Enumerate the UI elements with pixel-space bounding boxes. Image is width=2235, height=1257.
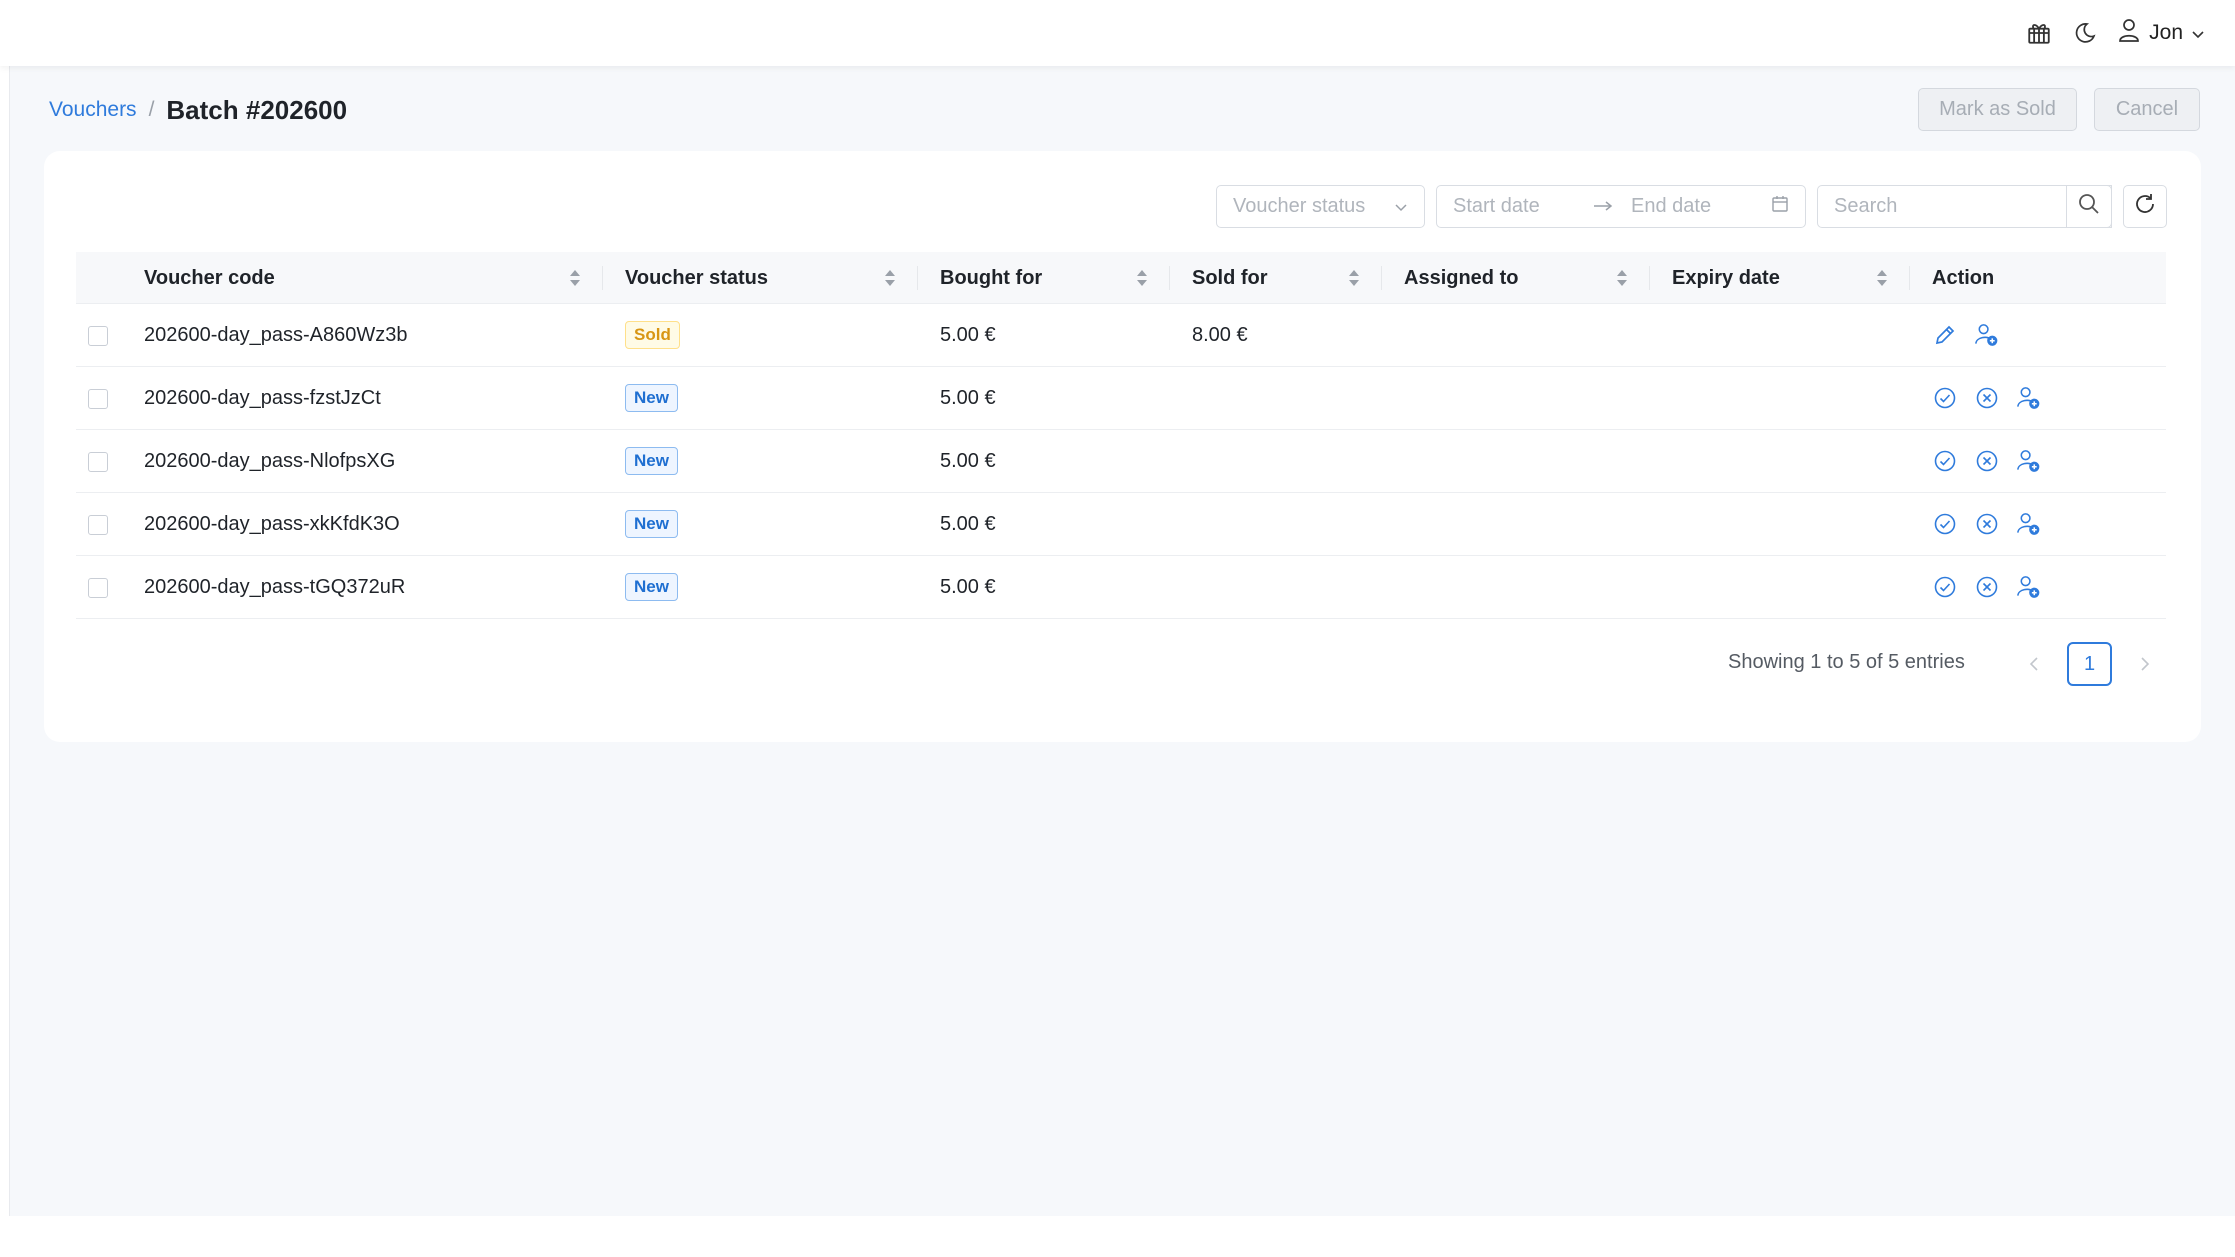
gift-box-icon[interactable] (2025, 19, 2053, 47)
vouchers-table: Voucher code Voucher status Bought for S… (76, 252, 2166, 619)
row-checkbox[interactable] (88, 326, 108, 346)
cancel-circle-icon[interactable] (1974, 575, 1999, 600)
search-button[interactable] (2066, 185, 2112, 228)
end-date-input[interactable]: End date (1631, 195, 1771, 218)
sort-icon (1617, 270, 1627, 286)
table-row: 202600-day_pass-fzstJzCt New 5.00 € (76, 367, 2166, 430)
table-row: 202600-day_pass-tGQ372uR New 5.00 € (76, 556, 2166, 619)
cancel-circle-icon[interactable] (1974, 449, 1999, 474)
user-name: Jon (2149, 21, 2183, 44)
breadcrumb-vouchers-link[interactable]: Vouchers (49, 98, 137, 122)
voucher-status-placeholder: Voucher status (1233, 195, 1366, 217)
assign-user-icon[interactable] (1974, 323, 1999, 348)
column-header-voucher-status[interactable]: Voucher status (603, 252, 918, 304)
calendar-icon (1771, 195, 1789, 219)
user-menu[interactable]: Jon (2117, 17, 2205, 49)
sort-icon (570, 270, 580, 286)
check-circle-icon[interactable] (1932, 575, 1957, 600)
bought-for: 5.00 € (940, 323, 996, 346)
column-header-bought-for[interactable]: Bought for (918, 252, 1170, 304)
top-bar: Jon (0, 0, 2235, 66)
bought-for: 5.00 € (940, 386, 996, 409)
moon-icon[interactable] (2071, 19, 2099, 47)
bought-for: 5.00 € (940, 449, 996, 472)
cancel-circle-icon[interactable] (1974, 386, 1999, 411)
voucher-code: 202600-day_pass-fzstJzCt (144, 386, 381, 409)
bottom-strip (0, 1216, 2235, 1257)
sort-icon (1877, 270, 1887, 286)
chevron-left-icon[interactable] (2024, 651, 2044, 677)
user-icon (2117, 17, 2141, 49)
table-header: Voucher code Voucher status Bought for S… (76, 252, 2166, 304)
row-actions (1932, 367, 2041, 429)
status-badge: Sold (625, 321, 680, 349)
refresh-button[interactable] (2123, 185, 2167, 228)
arrow-right-icon (1593, 195, 1631, 218)
column-header-assigned-to[interactable]: Assigned to (1382, 252, 1650, 304)
column-header-expiry-date[interactable]: Expiry date (1650, 252, 1910, 304)
table-row: 202600-day_pass-A860Wz3b Sold 5.00 € 8.0… (76, 304, 2166, 367)
column-header-action: Action (1932, 266, 1995, 289)
row-checkbox[interactable] (88, 452, 108, 472)
check-circle-icon[interactable] (1932, 449, 1957, 474)
status-badge: New (625, 573, 678, 601)
table-row: 202600-day_pass-NlofpsXG New 5.00 € (76, 430, 2166, 493)
row-checkbox[interactable] (88, 515, 108, 535)
voucher-code: 202600-day_pass-A860Wz3b (144, 323, 408, 346)
pagination-info: Showing 1 to 5 of 5 entries (1728, 651, 1965, 673)
chevron-right-icon[interactable] (2135, 651, 2155, 677)
sold-for: 8.00 € (1192, 323, 1248, 346)
check-circle-icon[interactable] (1932, 512, 1957, 537)
top-bar-actions: Jon (2025, 0, 2205, 66)
voucher-code: 202600-day_pass-xkKfdK3O (144, 512, 400, 535)
search-icon (2078, 193, 2100, 220)
refresh-icon (2133, 192, 2157, 221)
voucher-status-select[interactable]: Voucher status (1216, 185, 1425, 228)
row-actions (1932, 430, 2041, 492)
status-badge: New (625, 447, 678, 475)
chevron-down-icon (1394, 195, 1408, 218)
row-actions (1932, 493, 2041, 555)
edit-pencil-icon[interactable] (1932, 323, 1957, 348)
column-header-voucher-code[interactable]: Voucher code (76, 252, 603, 304)
assign-user-icon[interactable] (2016, 386, 2041, 411)
breadcrumb: Vouchers / Batch #202600 (49, 92, 347, 128)
search-placeholder: Search (1834, 195, 1898, 217)
status-badge: New (625, 510, 678, 538)
breadcrumb-separator: / (148, 98, 155, 121)
cancel-circle-icon[interactable] (1974, 512, 1999, 537)
row-actions (1932, 304, 1999, 366)
column-header-sold-for[interactable]: Sold for (1170, 252, 1382, 304)
status-badge: New (625, 384, 678, 412)
sort-icon (1137, 270, 1147, 286)
sort-icon (1349, 270, 1359, 286)
sidebar-edge (0, 66, 10, 1216)
sort-icon (885, 270, 895, 286)
date-range-picker[interactable]: Start date End date (1436, 185, 1806, 228)
bought-for: 5.00 € (940, 512, 996, 535)
voucher-code: 202600-day_pass-tGQ372uR (144, 575, 406, 598)
assign-user-icon[interactable] (2016, 512, 2041, 537)
start-date-input[interactable]: Start date (1453, 195, 1593, 218)
voucher-code: 202600-day_pass-NlofpsXG (144, 449, 396, 472)
row-actions (1932, 556, 2041, 618)
page-title: Batch #202600 (166, 94, 348, 125)
mark-as-sold-button[interactable]: Mark as Sold (1918, 88, 2077, 131)
table-row: 202600-day_pass-xkKfdK3O New 5.00 € (76, 493, 2166, 556)
pagination-page-1[interactable]: 1 (2067, 642, 2112, 686)
bought-for: 5.00 € (940, 575, 996, 598)
cancel-button[interactable]: Cancel (2094, 88, 2200, 131)
assign-user-icon[interactable] (2016, 575, 2041, 600)
row-checkbox[interactable] (88, 389, 108, 409)
check-circle-icon[interactable] (1932, 386, 1957, 411)
assign-user-icon[interactable] (2016, 449, 2041, 474)
row-checkbox[interactable] (88, 578, 108, 598)
chevron-down-icon (2191, 21, 2205, 45)
